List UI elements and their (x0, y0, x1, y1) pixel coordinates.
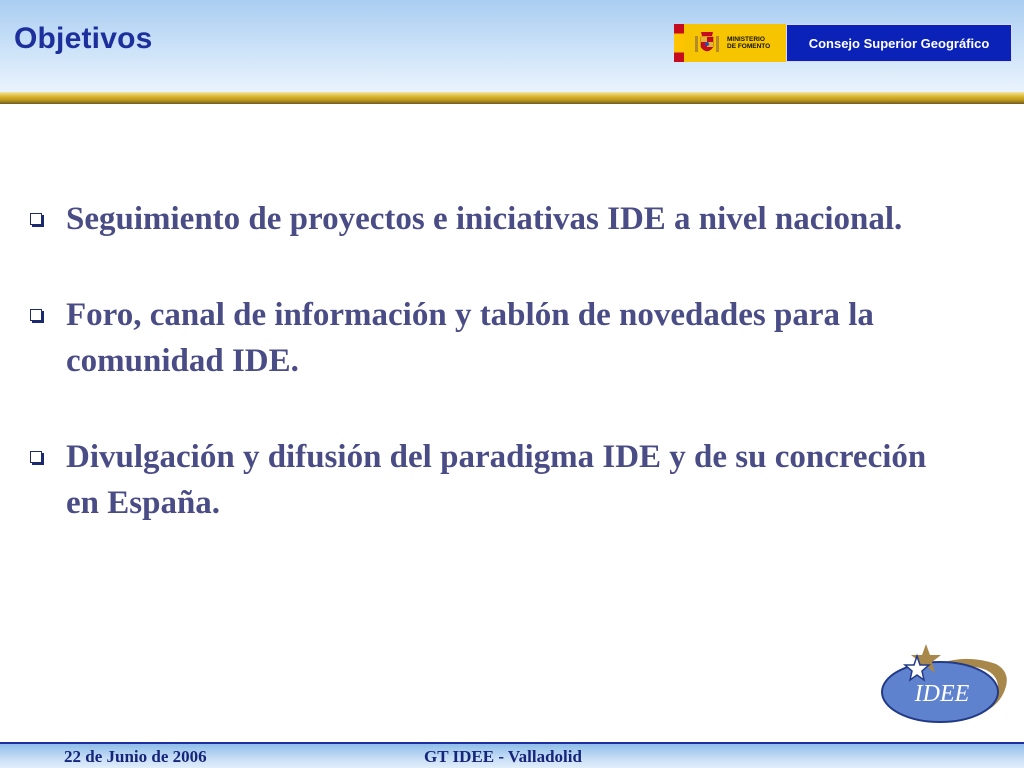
coat-of-arms-icon (695, 32, 719, 52)
ministry-name: MINISTERIO DE FOMENTO (727, 36, 771, 50)
page-title: Objetivos (14, 22, 153, 55)
list-item: Foro, canal de información y tablón de n… (30, 292, 930, 384)
slide-footer: 22 de Junio de 2006 GT IDEE - Valladolid (0, 744, 1024, 768)
list-item: Divulgación y difusión del paradigma IDE… (30, 434, 930, 526)
footer-event: GT IDEE - Valladolid (424, 747, 582, 766)
idee-logo-text: IDEE (914, 681, 970, 707)
bullet-text: Divulgación y difusión del paradigma IDE… (66, 439, 927, 521)
footer-date: 22 de Junio de 2006 (64, 747, 207, 766)
square-bullet-icon (30, 309, 42, 321)
organization-name: Consejo Superior Geográfico (786, 24, 1012, 62)
bullet-text: Seguimiento de proyectos e iniciativas I… (66, 201, 903, 237)
square-bullet-icon (30, 451, 42, 463)
slide-header: Objetivos MINISTERIO DE FOMENTO Consejo … (0, 0, 1024, 92)
gold-divider-band (0, 92, 1024, 104)
objectives-list: Seguimiento de proyectos e iniciativas I… (30, 196, 930, 576)
idee-logo: IDEE (881, 644, 1007, 723)
bullet-text: Foro, canal de información y tablón de n… (66, 297, 874, 379)
list-item: Seguimiento de proyectos e iniciativas I… (30, 196, 930, 242)
square-bullet-icon (30, 213, 42, 225)
ministry-logo: MINISTERIO DE FOMENTO (684, 24, 786, 62)
ministry-logo-banner: MINISTERIO DE FOMENTO Consejo Superior G… (674, 24, 1012, 62)
spanish-flag-strip (674, 24, 684, 62)
